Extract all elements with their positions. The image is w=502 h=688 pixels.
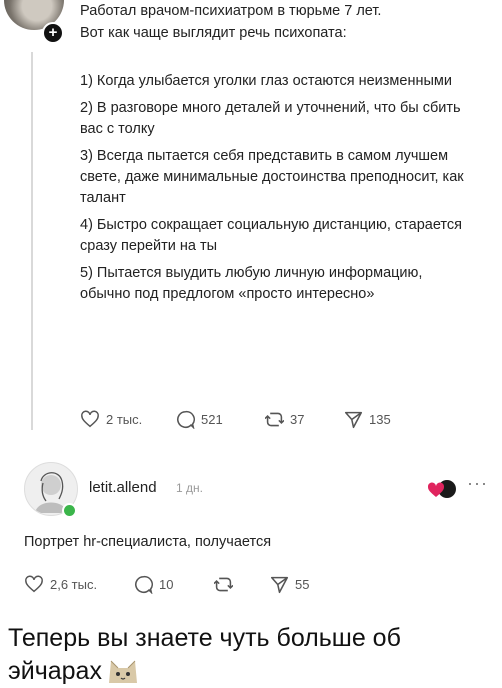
like-count: 2 тыс. [106, 411, 143, 427]
post-points-list: 1) Когда улыбается уголки глаз остаются … [80, 71, 475, 311]
more-icon[interactable]: ··· [467, 473, 488, 494]
online-status-dot [62, 503, 77, 518]
reply-like-count: 2,6 тыс. [50, 576, 98, 592]
post-intro-line-1: Работал врачом-психиатром в тюрьме 7 лет… [80, 3, 382, 19]
send-icon [270, 576, 289, 594]
caption: Теперь вы знаете чуть больше об эйчарах [8, 622, 478, 688]
heart-emoji-icon [428, 480, 456, 498]
reply-comment-button[interactable]: 10 [134, 575, 173, 594]
cat-emoji-icon [108, 660, 137, 683]
comment-icon [177, 410, 195, 429]
comment-count: 521 [201, 412, 223, 427]
send-icon [344, 411, 363, 429]
list-item: 3) Всегда пытается себя представить в са… [80, 148, 464, 206]
comment-icon [135, 575, 153, 594]
repost-icon [214, 577, 233, 592]
plus-icon[interactable]: + [42, 22, 64, 44]
post-intro: Работал врачом-психиатром в тюрьме 7 лет… [80, 0, 480, 44]
reply-share-count: 55 [295, 577, 310, 592]
heart-icon [25, 575, 43, 593]
share-button[interactable]: 135 [344, 410, 391, 429]
repost-count: 37 [290, 412, 305, 427]
share-count: 135 [369, 412, 391, 427]
reply-text: Портрет hr-специалиста, получается [24, 534, 272, 550]
thread-line [31, 52, 33, 430]
comment-button[interactable]: 521 [176, 410, 223, 429]
post-intro-line-2: Вот как чаще выглядит речь психопата: [80, 25, 347, 41]
heart-icon [81, 410, 99, 428]
repost-icon [265, 412, 284, 427]
like-button[interactable]: 2 тыс. [80, 410, 142, 428]
list-item: 2) В разговоре много деталей и уточнений… [80, 100, 461, 137]
repost-button[interactable]: 37 [265, 410, 304, 429]
reply-time: 1 дн. [176, 481, 203, 495]
list-item: 1) Когда улыбается уголки глаз остаются … [80, 73, 452, 89]
reply-comment-count: 10 [159, 577, 174, 592]
reply-repost-button[interactable] [214, 575, 239, 594]
list-item: 5) Пытается выудить любую личную информа… [80, 265, 423, 302]
reply-like-button[interactable]: 2,6 тыс. [24, 575, 97, 593]
caption-text: Теперь вы знаете чуть больше об эйчарах [8, 624, 401, 685]
list-item: 4) Быстро сокращает социальную дистанцию… [80, 217, 463, 254]
reply-share-button[interactable]: 55 [270, 575, 309, 594]
reply-username[interactable]: letit.allend [89, 479, 157, 496]
